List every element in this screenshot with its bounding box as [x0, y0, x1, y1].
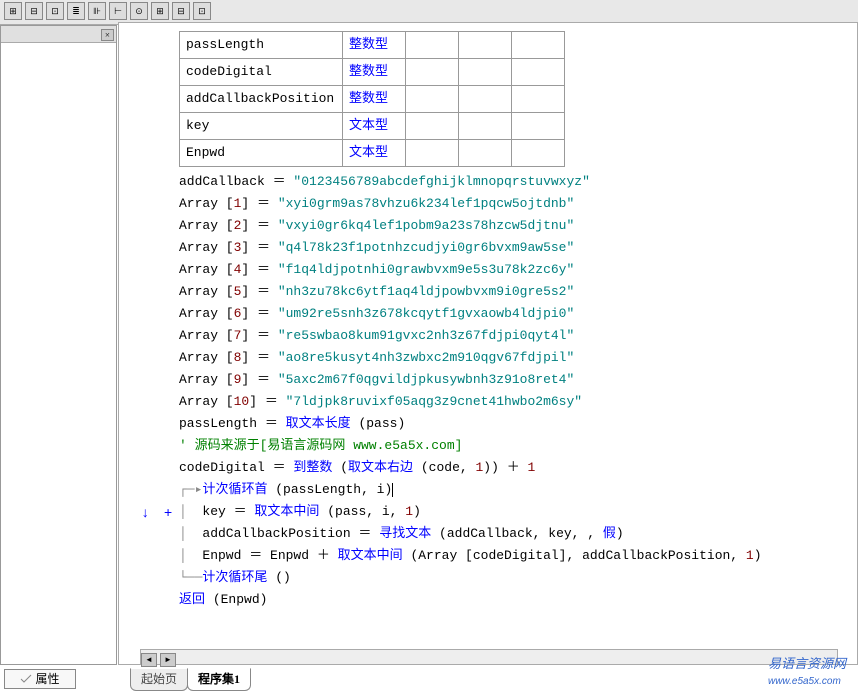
table-row: codeDigital整数型	[180, 59, 565, 86]
code-line[interactable]: Array [7] ＝ "re5swbao8kum91gvxc2nh3z67fd…	[179, 325, 847, 347]
properties-tab[interactable]: 属性	[4, 669, 76, 689]
code-comment[interactable]: ' 源码来源于[易语言源码网 www.e5a5x.com]	[179, 435, 847, 457]
tb-btn[interactable]: ⊞	[4, 2, 22, 20]
code-line[interactable]: ┌─▸计次循环首 (passLength, i)	[179, 479, 847, 501]
code-line[interactable]: codeDigital ＝ 到整数 (取文本右边 (code, 1)) ＋ 1	[179, 457, 847, 479]
code-line[interactable]: Array [2] ＝ "vxyi0gr6kq4lef1pobm9a23s78h…	[179, 215, 847, 237]
table-row: key文本型	[180, 113, 565, 140]
table-row: addCallbackPosition整数型	[180, 86, 565, 113]
editor-tabs: 起始页 程序集1	[130, 669, 250, 691]
left-panel: ×	[0, 25, 117, 665]
gutter: ↓ +	[141, 503, 178, 525]
tab-start[interactable]: 起始页	[130, 668, 188, 691]
watermark: 易语言资源网www.e5a5x.com	[768, 653, 846, 687]
tb-btn[interactable]: ⊞	[151, 2, 169, 20]
tb-btn[interactable]: ⊟	[25, 2, 43, 20]
h-scrollbar[interactable]: ◄ ►	[140, 649, 838, 665]
var-table: passLength整数型 codeDigital整数型 addCallback…	[179, 31, 565, 167]
tb-btn[interactable]: ⊡	[193, 2, 211, 20]
code-line[interactable]: Array [8] ＝ "ao8re5kusyt4nh3zwbxc2m910qg…	[179, 347, 847, 369]
table-row: passLength整数型	[180, 32, 565, 59]
code-line[interactable]: │ key ＝ 取文本中间 (pass, i, 1)	[179, 501, 847, 523]
code-line[interactable]: │ Enpwd ＝ Enpwd ＋ 取文本中间 (Array [codeDigi…	[179, 545, 847, 567]
tb-btn[interactable]: ⊪	[88, 2, 106, 20]
plus-icon[interactable]: +	[164, 506, 172, 522]
code-line[interactable]: Array [9] ＝ "5axc2m67f0qgvildjpkusywbnh3…	[179, 369, 847, 391]
code-line[interactable]: 返回 (Enpwd)	[179, 589, 847, 611]
cursor	[392, 483, 393, 497]
code-line[interactable]: └──计次循环尾 ()	[179, 567, 847, 589]
code-editor[interactable]: passLength整数型 codeDigital整数型 addCallback…	[118, 22, 858, 665]
scroll-left-icon[interactable]: ◄	[141, 653, 157, 667]
scroll-right-icon[interactable]: ►	[160, 653, 176, 667]
code-line[interactable]: addCallback ＝ "0123456789abcdefghijklmno…	[179, 171, 847, 193]
code-line[interactable]: Array [5] ＝ "nh3zu78kc6ytf1aq4ldjpowbvxm…	[179, 281, 847, 303]
tab-program[interactable]: 程序集1	[187, 668, 251, 691]
code-line[interactable]: passLength ＝ 取文本长度 (pass)	[179, 413, 847, 435]
tb-btn[interactable]: ⊡	[46, 2, 64, 20]
tb-btn[interactable]: ⊟	[172, 2, 190, 20]
code-line[interactable]: Array [3] ＝ "q4l78k23f1potnhzcudjyi0gr6b…	[179, 237, 847, 259]
tb-btn[interactable]: ⊙	[130, 2, 148, 20]
code-line[interactable]: Array [10] ＝ "7ldjpk8ruvixf05aqg3z9cnet4…	[179, 391, 847, 413]
table-row: Enpwd文本型	[180, 140, 565, 167]
code-line[interactable]: │ addCallbackPosition ＝ 寻找文本 (addCallbac…	[179, 523, 847, 545]
code-line[interactable]: Array [1] ＝ "xyi0grm9as78vhzu6k234lef1pq…	[179, 193, 847, 215]
code-line[interactable]: Array [4] ＝ "f1q4ldjpotnhi0grawbvxm9e5s3…	[179, 259, 847, 281]
hand-icon	[20, 674, 32, 684]
tb-btn[interactable]: ⊢	[109, 2, 127, 20]
code-line[interactable]: Array [6] ＝ "um92re5snh3z678kcqytf1gvxao…	[179, 303, 847, 325]
panel-close-icon[interactable]: ×	[101, 29, 114, 41]
arrow-down-icon[interactable]: ↓	[141, 506, 149, 522]
tb-btn[interactable]: ≣	[67, 2, 85, 20]
properties-label: 属性	[35, 671, 59, 688]
